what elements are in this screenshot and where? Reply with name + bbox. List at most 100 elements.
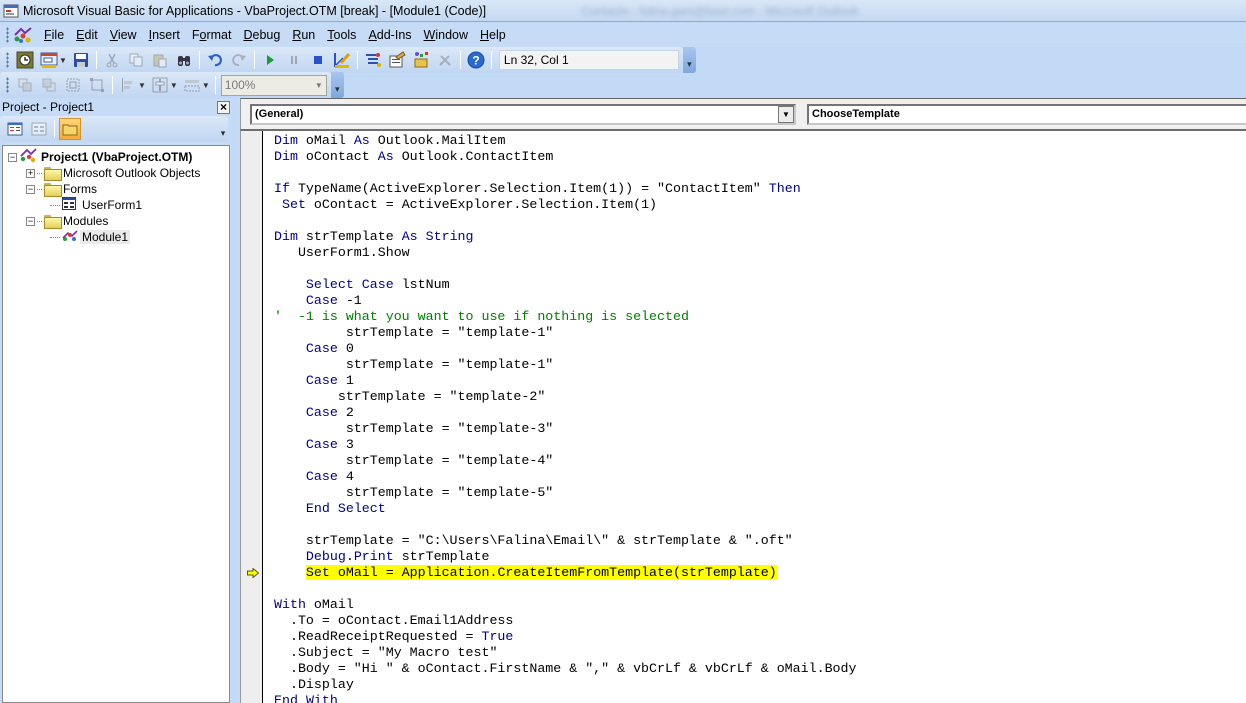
tree-item-outlook-objects[interactable]: + Microsoft Outlook Objects [3, 165, 229, 181]
make-same-size-button[interactable] [181, 74, 203, 96]
code-line[interactable]: strTemplate = "template-3" [274, 421, 857, 437]
ungroup-button[interactable] [86, 74, 108, 96]
code-line[interactable]: Set oMail = Application.CreateItemFromTe… [274, 565, 857, 581]
group-button[interactable] [62, 74, 84, 96]
toolbar-overflow-button[interactable]: ▾ [682, 47, 696, 73]
menu-file[interactable]: File [39, 26, 71, 44]
close-icon[interactable]: × [217, 100, 230, 114]
code-line[interactable]: Debug.Print strTemplate [274, 549, 857, 565]
menu-format[interactable]: Format [187, 26, 239, 44]
code-line[interactable]: With oMail [274, 597, 857, 613]
tree-item-forms[interactable]: − Forms [3, 181, 229, 197]
code-line[interactable] [274, 213, 857, 229]
code-line[interactable]: strTemplate = "template-1" [274, 357, 857, 373]
menu-help[interactable]: Help [475, 26, 513, 44]
break-button[interactable] [283, 49, 305, 71]
code-line[interactable]: .Body = "Hi " & oContact.FirstName & ","… [274, 661, 857, 677]
copy-button[interactable] [125, 49, 147, 71]
vba-app-icon[interactable] [3, 3, 19, 19]
bring-to-front-button[interactable] [14, 74, 36, 96]
code-line[interactable] [274, 581, 857, 597]
design-mode-button[interactable] [331, 49, 353, 71]
code-line[interactable] [274, 261, 857, 277]
tree-item-module1[interactable]: Module1 [3, 229, 229, 245]
code-line[interactable]: strTemplate = "template-2" [274, 389, 857, 405]
menu-tools[interactable]: Tools [322, 26, 363, 44]
dropdown-arrow-icon[interactable]: ▼ [138, 81, 146, 90]
collapse-icon[interactable]: − [26, 184, 35, 194]
menu-add-ins[interactable]: Add-Ins [363, 26, 418, 44]
code-line[interactable]: strTemplate = "template-5" [274, 485, 857, 501]
help-button[interactable]: ? [465, 49, 487, 71]
toggle-folders-button[interactable] [59, 118, 81, 140]
menu-debug[interactable]: Debug [238, 26, 287, 44]
save-button[interactable] [70, 49, 92, 71]
project-explorer-button[interactable] [362, 49, 384, 71]
menu-insert[interactable]: Insert [144, 26, 187, 44]
code-line[interactable]: End Select [274, 501, 857, 517]
expand-icon[interactable]: + [26, 168, 35, 178]
code-line[interactable]: strTemplate = "C:\Users\Falina\Email\" &… [274, 533, 857, 549]
reset-button[interactable] [307, 49, 329, 71]
code-line[interactable]: strTemplate = "template-1" [274, 325, 857, 341]
code-line[interactable]: ' -1 is what you want to use if nothing … [274, 309, 857, 325]
collapse-icon[interactable]: − [26, 216, 35, 226]
code-line[interactable]: .ReadReceiptRequested = True [274, 629, 857, 645]
dropdown-arrow-icon[interactable]: ▼ [170, 81, 178, 90]
zoom-combo[interactable]: 100% ▼ [220, 74, 327, 96]
code-line[interactable]: End With [274, 693, 857, 703]
menu-run[interactable]: Run [287, 26, 322, 44]
code-line[interactable]: Case 1 [274, 373, 857, 389]
menu-edit[interactable]: Edit [71, 26, 105, 44]
toolbar-overflow-button[interactable]: ▾ [218, 116, 228, 142]
code-editor[interactable]: Dim oMail As Outlook.MailItem Dim oContac… [240, 129, 1246, 703]
code-line[interactable]: strTemplate = "template-4" [274, 453, 857, 469]
code-line[interactable]: .To = oContact.Email1Address [274, 613, 857, 629]
menubar-grip[interactable] [6, 27, 9, 43]
view-code-button[interactable] [4, 118, 26, 140]
menu-window[interactable]: Window [419, 26, 475, 44]
execution-pointer-icon[interactable] [247, 568, 259, 578]
toolbar-grip[interactable] [6, 77, 9, 93]
code-line[interactable]: Dim oContact As Outlook.ContactItem [274, 149, 857, 165]
code-line[interactable]: Select Case lstNum [274, 277, 857, 293]
code-line[interactable]: UserForm1.Show [274, 245, 857, 261]
object-browser-button[interactable] [410, 49, 432, 71]
align-button[interactable] [117, 74, 139, 96]
tree-item-project1[interactable]: − Project1 (VbaProject.OTM) [3, 148, 229, 165]
code-line[interactable] [274, 165, 857, 181]
code-line[interactable]: Case 0 [274, 341, 857, 357]
menu-view[interactable]: View [105, 26, 144, 44]
code-line[interactable]: If TypeName(ActiveExplorer.Selection.Ite… [274, 181, 857, 197]
code-line[interactable]: .Display [274, 677, 857, 693]
insert-userform-button[interactable] [38, 49, 60, 71]
tree-item-modules[interactable]: − Modules [3, 213, 229, 229]
code-line[interactable]: Case 3 [274, 437, 857, 453]
redo-button[interactable] [228, 49, 250, 71]
code-line[interactable]: Case 2 [274, 405, 857, 421]
view-host-app-button[interactable] [14, 49, 36, 71]
send-to-back-button[interactable] [38, 74, 60, 96]
code-line[interactable]: Case 4 [274, 469, 857, 485]
toolbox-button[interactable] [434, 49, 456, 71]
dropdown-arrow-icon[interactable]: ▼ [59, 56, 67, 65]
code-line[interactable]: Dim oMail As Outlook.MailItem [274, 133, 857, 149]
cut-button[interactable] [101, 49, 123, 71]
tree-item-userform1[interactable]: UserForm1 [3, 197, 229, 213]
toolbar-grip[interactable] [6, 52, 9, 68]
code-line[interactable]: Set oContact = ActiveExplorer.Selection.… [274, 197, 857, 213]
properties-window-button[interactable] [386, 49, 408, 71]
find-button[interactable] [173, 49, 195, 71]
chevron-down-icon[interactable]: ▼ [778, 106, 794, 123]
undo-button[interactable] [204, 49, 226, 71]
dropdown-arrow-icon[interactable]: ▼ [202, 81, 210, 90]
code-line[interactable]: Dim strTemplate As String [274, 229, 857, 245]
code-line[interactable] [274, 517, 857, 533]
code-line[interactable]: .Subject = "My Macro test" [274, 645, 857, 661]
collapse-icon[interactable]: − [8, 152, 17, 162]
procedure-combo[interactable]: ChooseTemplate [807, 104, 1246, 125]
paste-button[interactable] [149, 49, 171, 71]
view-object-button[interactable] [28, 118, 50, 140]
margin-indicator-bar[interactable] [241, 131, 263, 703]
center-button[interactable] [149, 74, 171, 96]
